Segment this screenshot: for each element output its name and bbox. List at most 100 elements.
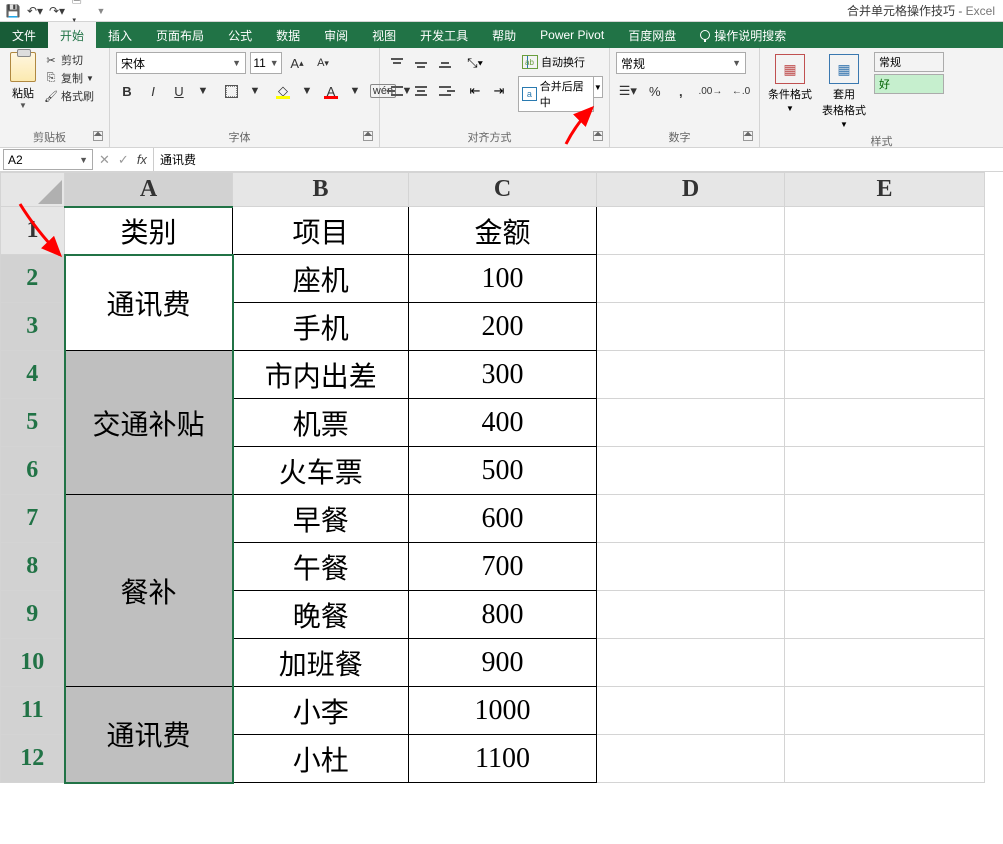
accounting-format-button[interactable]: ☰▾ [616, 80, 640, 102]
cell-B12[interactable]: 小杜 [233, 735, 409, 783]
redo-icon[interactable]: ↷▾ [50, 4, 64, 18]
cell-B5[interactable]: 机票 [233, 399, 409, 447]
bold-button[interactable]: B [116, 80, 138, 102]
cell-D8[interactable] [597, 543, 785, 591]
cell-B6[interactable]: 火车票 [233, 447, 409, 495]
tab-power-pivot[interactable]: Power Pivot [528, 22, 616, 48]
cell-B1[interactable]: 项目 [233, 207, 409, 255]
border-button[interactable] [220, 80, 242, 102]
tab-insert[interactable]: 插入 [96, 22, 144, 48]
cell-C12[interactable]: 1100 [409, 735, 597, 783]
tab-developer[interactable]: 开发工具 [408, 22, 480, 48]
row-header-2[interactable]: 2 [1, 255, 65, 303]
number-format-combo[interactable]: 常规 ▼ [616, 52, 746, 74]
decrease-font-button[interactable]: A▾ [312, 52, 334, 74]
increase-font-button[interactable]: A▴ [286, 52, 308, 74]
align-bottom-button[interactable] [434, 52, 456, 74]
tab-help[interactable]: 帮助 [480, 22, 528, 48]
cancel-icon[interactable]: ✕ [99, 152, 110, 168]
tab-view[interactable]: 视图 [360, 22, 408, 48]
chevron-down-icon[interactable]: ▼ [79, 155, 88, 165]
cell-A7[interactable]: 餐补 [65, 495, 233, 687]
style-normal[interactable]: 常规 [874, 52, 944, 72]
cell-D9[interactable] [597, 591, 785, 639]
cell-C1[interactable]: 金额 [409, 207, 597, 255]
row-header-4[interactable]: 4 [1, 351, 65, 399]
format-as-table-button[interactable]: ▦ 套用 表格格式 ▼ [820, 52, 868, 131]
align-top-button[interactable] [386, 52, 408, 74]
row-header-1[interactable]: 1 [1, 207, 65, 255]
cell-A11[interactable]: 通讯费 [65, 687, 233, 783]
cell-A1[interactable]: 类别 [65, 207, 233, 255]
fx-icon[interactable]: fx [137, 152, 147, 167]
style-good[interactable]: 好 [874, 74, 944, 94]
increase-decimal-button[interactable]: .00→ [696, 80, 725, 102]
conditional-format-button[interactable]: ▦ 条件格式 ▼ [766, 52, 814, 115]
cell-C6[interactable]: 500 [409, 447, 597, 495]
col-header-A[interactable]: A [65, 173, 233, 207]
align-middle-button[interactable] [410, 52, 432, 74]
cell-D11[interactable] [597, 687, 785, 735]
tell-me-search[interactable]: 操作说明搜索 [688, 22, 798, 48]
row-header-10[interactable]: 10 [1, 639, 65, 687]
cell-E5[interactable] [785, 399, 985, 447]
row-header-11[interactable]: 11 [1, 687, 65, 735]
cell-B2[interactable]: 座机 [233, 255, 409, 303]
cell-D6[interactable] [597, 447, 785, 495]
border-dropdown[interactable]: ▼ [246, 80, 264, 102]
underline-dropdown[interactable]: ▼ [194, 80, 212, 102]
cell-E11[interactable] [785, 687, 985, 735]
fill-color-dropdown[interactable]: ▼ [298, 80, 316, 102]
font-color-button[interactable]: A [320, 80, 342, 102]
cell-D7[interactable] [597, 495, 785, 543]
tab-file[interactable]: 文件 [0, 22, 48, 48]
tab-review[interactable]: 审阅 [312, 22, 360, 48]
cell-A4[interactable]: 交通补贴 [65, 351, 233, 495]
underline-button[interactable]: U [168, 80, 190, 102]
cell-E7[interactable] [785, 495, 985, 543]
row-header-9[interactable]: 9 [1, 591, 65, 639]
formula-input[interactable]: 通讯费 [154, 148, 1003, 171]
cell-C11[interactable]: 1000 [409, 687, 597, 735]
col-header-E[interactable]: E [785, 173, 985, 207]
tab-baidu[interactable]: 百度网盘 [616, 22, 688, 48]
paste-button[interactable]: 粘贴 ▼ [6, 52, 40, 110]
qat-customize-icon[interactable]: ▼ [94, 4, 108, 18]
format-painter-button[interactable]: 🖌 格式刷 [44, 88, 94, 104]
dialog-launcher-icon[interactable] [93, 131, 103, 141]
cell-D5[interactable] [597, 399, 785, 447]
enter-icon[interactable]: ✓ [118, 152, 129, 168]
font-color-dropdown[interactable]: ▼ [346, 80, 364, 102]
cell-B3[interactable]: 手机 [233, 303, 409, 351]
cell-D1[interactable] [597, 207, 785, 255]
copy-button[interactable]: ⎘ 复制 ▼ [44, 70, 94, 86]
cell-E9[interactable] [785, 591, 985, 639]
cell-D4[interactable] [597, 351, 785, 399]
preview-icon[interactable]: 🗎▾ [72, 4, 86, 18]
cell-B4[interactable]: 市内出差 [233, 351, 409, 399]
cut-button[interactable]: ✂ 剪切 [44, 52, 94, 68]
row-header-3[interactable]: 3 [1, 303, 65, 351]
dialog-launcher-icon[interactable] [363, 131, 373, 141]
tab-page-layout[interactable]: 页面布局 [144, 22, 216, 48]
cell-B9[interactable]: 晚餐 [233, 591, 409, 639]
tab-formulas[interactable]: 公式 [216, 22, 264, 48]
worksheet[interactable]: A B C D E 1 类别 项目 金额 2 通讯费 座机 100 3 手机 2… [0, 172, 1003, 784]
cell-C5[interactable]: 400 [409, 399, 597, 447]
cell-E12[interactable] [785, 735, 985, 783]
cell-C3[interactable]: 200 [409, 303, 597, 351]
merge-center-button[interactable]: 合并后居中 [518, 76, 594, 112]
orientation-button[interactable]: ⤡▾ [464, 52, 486, 74]
cell-E1[interactable] [785, 207, 985, 255]
cell-styles-gallery[interactable]: 常规 好 [874, 52, 944, 94]
cell-C8[interactable]: 700 [409, 543, 597, 591]
row-header-8[interactable]: 8 [1, 543, 65, 591]
cell-E8[interactable] [785, 543, 985, 591]
row-header-5[interactable]: 5 [1, 399, 65, 447]
row-header-6[interactable]: 6 [1, 447, 65, 495]
font-size-combo[interactable]: 11 ▼ [250, 52, 282, 74]
comma-button[interactable]: , [670, 80, 692, 102]
tab-data[interactable]: 数据 [264, 22, 312, 48]
cell-C10[interactable]: 900 [409, 639, 597, 687]
align-center-button[interactable] [410, 80, 432, 102]
